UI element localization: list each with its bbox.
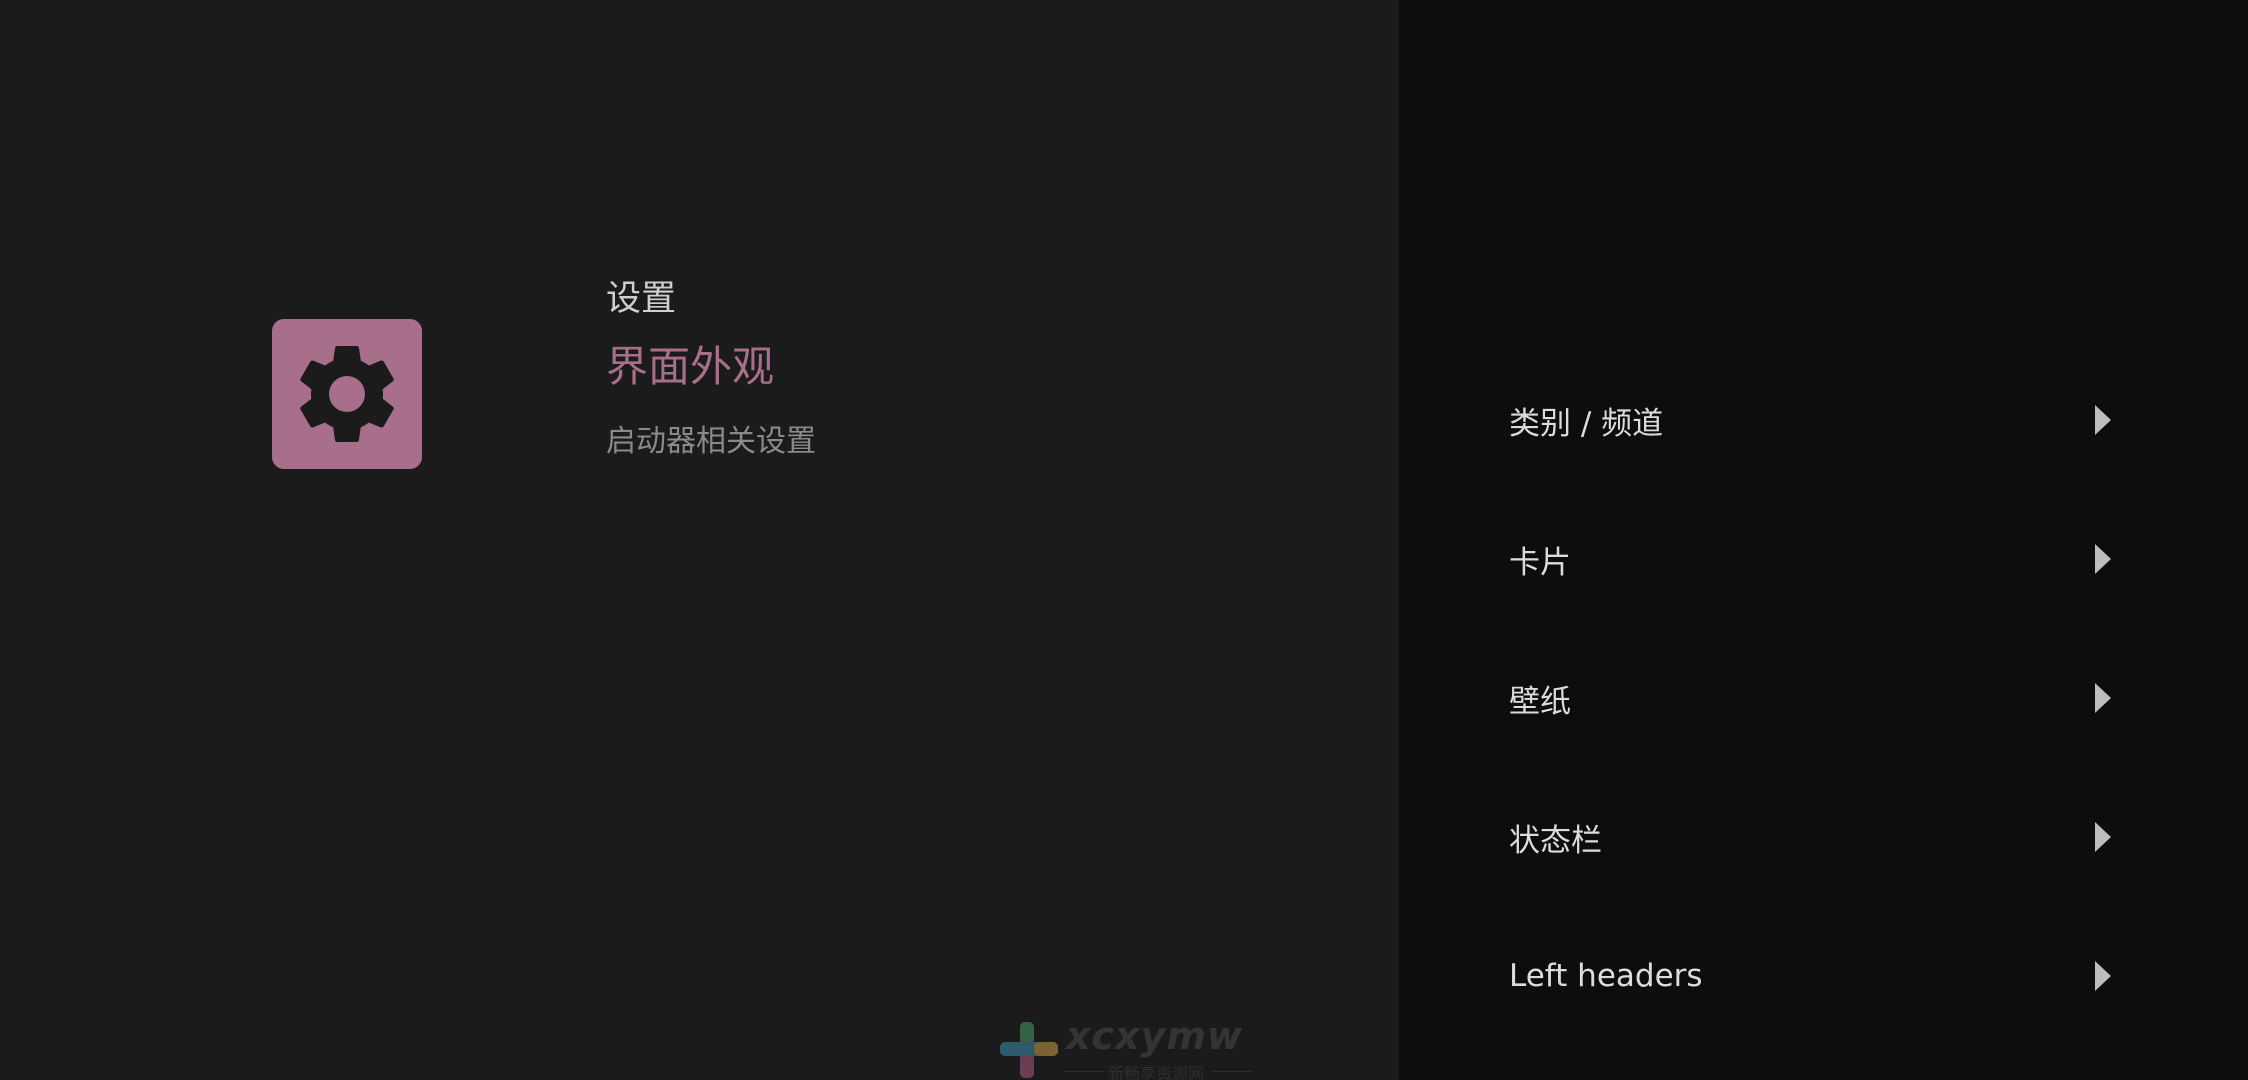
chevron-right-icon [2095, 544, 2111, 574]
menu-item-label: 类别 / 频道 [1509, 405, 1664, 442]
watermark-divider [1064, 1071, 1104, 1072]
gear-icon [300, 345, 394, 442]
menu-item-label: 壁纸 [1509, 683, 1571, 720]
settings-icon-tile [272, 319, 422, 469]
breadcrumb: 设置 [606, 279, 677, 319]
menu-item-cards[interactable]: 卡片 [1509, 509, 2139, 609]
page-title: 界面外观 [606, 342, 775, 391]
menu-item-label: 卡片 [1509, 544, 1571, 581]
page-description: 启动器相关设置 [606, 424, 816, 459]
menu-item-wallpaper[interactable]: 壁纸 [1509, 648, 2139, 748]
watermark-divider [1212, 1071, 1252, 1072]
menu-item-categories-channels[interactable]: 类别 / 频道 [1509, 370, 2139, 470]
watermark: xcxymw 新畅享资源网 [998, 1014, 1258, 1080]
chevron-right-icon [2095, 961, 2111, 991]
guidance-panel: 设置 界面外观 启动器相关设置 xcxymw 新畅享资源网 [0, 0, 1399, 1080]
watermark-text: xcxymw [1066, 1014, 1244, 1058]
chevron-right-icon [2095, 822, 2111, 852]
watermark-logo-icon [1000, 1022, 1058, 1078]
menu-item-label: 状态栏 [1509, 822, 1602, 859]
settings-screen: 设置 界面外观 启动器相关设置 xcxymw 新畅享资源网 类别 / 频道 卡片… [0, 0, 2248, 1080]
chevron-right-icon [2095, 405, 2111, 435]
menu-item-left-headers[interactable]: Left headers [1509, 926, 2139, 1026]
chevron-right-icon [2095, 683, 2111, 713]
menu-item-label: Left headers [1509, 958, 1703, 994]
settings-menu-panel: 类别 / 频道 卡片 壁纸 状态栏 Left headers [1399, 0, 2248, 1080]
settings-menu-list: 类别 / 频道 卡片 壁纸 状态栏 Left headers [1399, 0, 2248, 1080]
watermark-subtext: 新畅享资源网 [1108, 1064, 1205, 1080]
menu-item-status-bar[interactable]: 状态栏 [1509, 787, 2139, 887]
